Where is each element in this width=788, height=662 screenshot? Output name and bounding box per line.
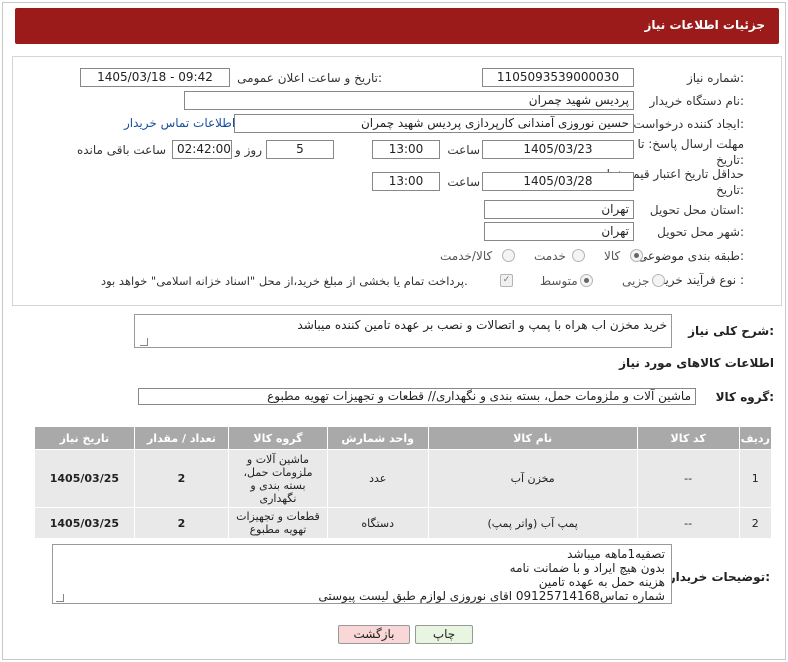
print-button[interactable]: چاپ [415,625,473,644]
back-button[interactable]: بازگشت [338,625,410,644]
goods-table: ردیف کد کالا نام کالا واحد شمارش گروه کا… [34,426,773,539]
buyer-org-label: نام دستگاه خریدار: [649,94,745,108]
category-label: طبقه بندی موضوعی: [637,249,744,263]
category-radio-goods-service[interactable] [502,249,515,262]
cell-code: -- [636,507,740,539]
buyer-note-line: هزینه حمل به عهده تامین [538,575,665,589]
cell-row: 1 [738,449,773,508]
remaining-time-field: 02:42:00 [172,140,232,159]
col-unit: واحد شمارش [326,426,429,450]
cell-date: 1405/03/25 [34,449,135,508]
reply-time-label: ساعت [447,143,480,157]
cell-code: -- [636,449,740,508]
cell-group: ماشین آلات و ملزومات حمل، بسته بندی و نگ… [228,449,328,508]
need-number-label: شماره نیاز: [686,71,744,85]
cell-row: 2 [738,507,773,539]
purchase-radio-minor[interactable] [652,274,665,287]
delivery-city-label: شهر محل تحویل: [657,225,744,239]
table-header-row: ردیف کد کالا نام کالا واحد شمارش گروه کا… [34,426,773,450]
buyer-contact-link[interactable]: اطلاعات تماس خریدار [124,116,235,130]
cell-quantity: 2 [133,507,230,539]
cell-unit: عدد [326,449,429,508]
price-validity-time: 13:00 [372,172,440,191]
col-row: ردیف [738,426,773,450]
buyer-notes-label: توضیحات خریدار: [668,570,770,584]
purchase-radio-medium[interactable] [580,274,593,287]
treasury-note: پرداخت تمام یا بخشی از مبلغ خرید،از محل … [101,274,468,288]
reply-deadline-label: مهلت ارسال پاسخ: تا تاریخ: [637,137,744,167]
cell-name: پمپ آب (واتر پمپ) [427,507,638,539]
buyer-org-field: پردیس شهید چمران [184,91,634,110]
reply-deadline-date: 1405/03/23 [482,140,634,159]
table-row: 2 -- پمپ آب (واتر پمپ) دستگاه قطعات و تج… [34,507,773,539]
remaining-time-label: ساعت باقی مانده [76,143,166,157]
category-radio-goods[interactable] [630,249,643,262]
cell-name: مخزن آب [427,449,638,508]
col-group: گروه کالا [228,426,328,450]
price-validity-date: 1405/03/28 [482,172,634,191]
announce-datetime-field: 1405/03/18 - 09:42 [80,68,230,87]
buyer-notes-field: تصفیه1ماهه میباشد بدون هیچ ایراد و با ضم… [52,544,672,604]
general-description-label: شرح کلی نیاز: [688,324,774,338]
delivery-province-label: استان محل تحویل: [649,203,744,217]
category-option-service: خدمت [534,249,566,263]
delivery-province-field: تهران [484,200,634,219]
purchase-option-medium: متوسط [540,274,578,288]
buyer-note-line: تصفیه1ماهه میباشد [567,547,665,561]
header-bar: جزئیات اطلاعات نیاز [15,8,779,44]
delivery-city-field: تهران [484,222,634,241]
cell-group: قطعات و تجهیزات تهویه مطبوع [228,507,328,539]
cell-quantity: 2 [133,449,230,508]
requester-field: حسین نوروزی آمندانی کارپردازی پردیس شهید… [234,114,634,133]
announce-datetime-label: تاریخ و ساعت اعلان عمومی: [237,71,382,85]
category-radio-service[interactable] [572,249,585,262]
col-date: تاریخ نیاز [34,426,135,450]
resize-handle[interactable] [140,338,148,346]
reply-deadline-time: 13:00 [372,140,440,159]
reply-days-label: روز و [235,143,262,157]
purchase-option-minor: جزیی [622,274,650,288]
general-description-field: خرید مخزن اب هراه با پمپ و اتصالات و نصب… [134,314,672,348]
page-title: جزئیات اطلاعات نیاز [644,18,765,32]
purchase-type-label: نوع فرآیند خرید : [659,273,744,287]
goods-group-field: ماشین آلات و ملزومات حمل، بسته بندی و نگ… [138,388,696,405]
resize-handle[interactable] [56,594,64,602]
goods-section-title: اطلاعات کالاهای مورد نیاز [619,356,774,370]
reply-days-field: 5 [266,140,334,159]
category-option-goods: کالا [604,249,621,263]
buyer-note-line: شماره تماس09125714168 اقای نوروزی لوازم … [318,589,665,603]
price-validity-time-label: ساعت [447,175,480,189]
col-quantity: تعداد / مقدار [133,426,230,450]
table-row: 1 -- مخزن آب عدد ماشین آلات و ملزومات حم… [34,449,773,508]
category-option-goods-service: کالا/خدمت [440,249,493,263]
cell-unit: دستگاه [326,507,429,539]
col-name: نام کالا [427,426,638,450]
requester-label: ایجاد کننده درخواست: [633,117,744,131]
buyer-note-line: بدون هیچ ایراد و با ضمانت نامه [509,561,665,575]
goods-group-label: گروه کالا: [715,390,774,404]
treasury-checkbox[interactable]: ✓ [500,274,513,287]
col-code: کد کالا [636,426,740,450]
need-number-field: 1105093539000030 [482,68,634,87]
cell-date: 1405/03/25 [34,507,135,539]
